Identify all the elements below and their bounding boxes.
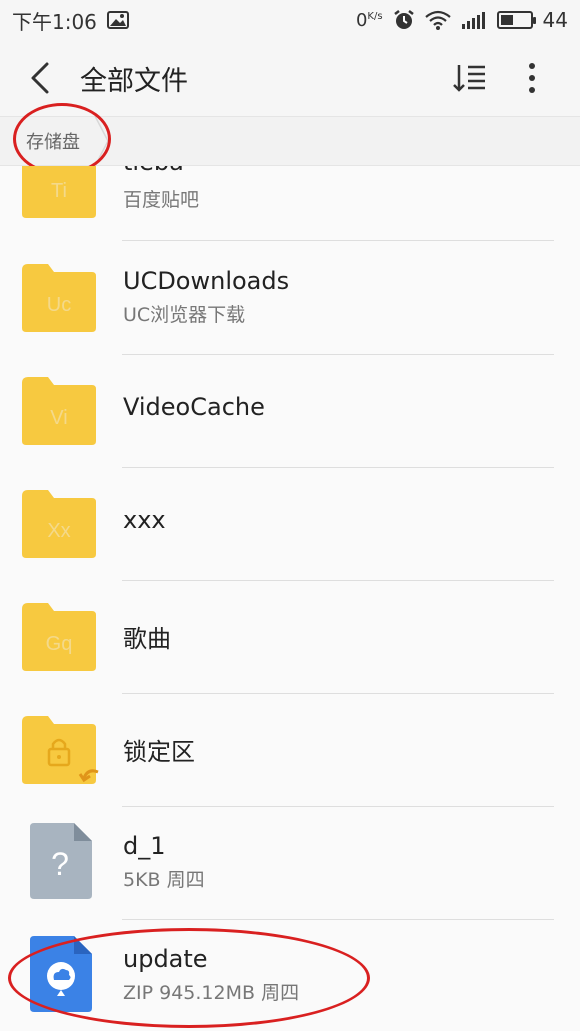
alarm-icon <box>393 9 415 31</box>
file-name: tieba <box>123 166 184 176</box>
chevron-left-icon <box>31 62 49 94</box>
zip-file-icon <box>30 936 104 1012</box>
folder-initials: Ti <box>51 180 67 202</box>
status-time: 下午1:06 <box>12 9 97 34</box>
file-name: VideoCache <box>123 393 265 421</box>
svg-text:?: ? <box>51 846 69 882</box>
back-button[interactable] <box>0 40 80 116</box>
more-button[interactable] <box>512 58 552 98</box>
row-divider <box>122 240 554 241</box>
folder-icon: Vi <box>22 377 96 445</box>
file-row-ucdownloads[interactable]: Uc UCDownloads UC浏览器下载 <box>0 242 580 355</box>
file-name: 歌曲 <box>123 625 171 653</box>
file-row-update[interactable]: update ZIP 945.12MB 周四 <box>0 920 580 1031</box>
sort-icon <box>453 65 485 92</box>
breadcrumb-item-storage[interactable]: 存储盘 <box>0 116 109 166</box>
app-header: 全部文件 <box>0 40 580 116</box>
file-subtitle: ZIP 945.12MB 周四 <box>123 982 300 1004</box>
file-row-tieba[interactable]: Ti tieba 百度贴吧 <box>0 166 580 241</box>
folder-icon: Gq <box>22 603 96 671</box>
file-row-xxx[interactable]: Xx xxx <box>0 468 580 581</box>
battery-level: 44 <box>542 8 568 32</box>
folder-initials: Vi <box>50 407 68 429</box>
battery-fill <box>500 15 513 25</box>
signal-icon <box>461 10 487 30</box>
folder-icon: Xx <box>22 490 96 558</box>
more-vertical-icon <box>529 63 535 93</box>
image-notification-icon <box>106 11 129 29</box>
network-speed: 0K/s <box>355 9 383 31</box>
file-list: Ti tieba 百度贴吧 Uc UCDownloads UC浏览器下载 Vi … <box>0 166 580 1031</box>
file-subtitle: 5KB 周四 <box>123 869 205 891</box>
file-row-locked-area[interactable]: 锁定区 <box>0 694 580 807</box>
file-row-songs[interactable]: Gq 歌曲 <box>0 581 580 694</box>
battery-icon <box>496 11 536 29</box>
breadcrumb-label: 存储盘 <box>26 132 80 153</box>
file-name: 锁定区 <box>123 738 195 766</box>
file-subtitle: 百度贴吧 <box>123 189 200 211</box>
file-name: d_1 <box>123 832 166 860</box>
folder-initials: Gq <box>45 633 73 655</box>
breadcrumb: 存储盘 <box>0 116 580 166</box>
status-bar: 下午1:06 0K/s 44 <box>0 0 580 40</box>
locked-folder-icon <box>22 716 99 784</box>
file-row-d1[interactable]: ? d_1 5KB 周四 <box>0 807 580 920</box>
folder-icon: Ti <box>22 166 96 218</box>
file-name: update <box>123 945 208 973</box>
folder-initials: Xx <box>47 520 71 542</box>
file-name: UCDownloads <box>123 267 290 295</box>
page-title: 全部文件 <box>80 65 188 97</box>
breadcrumb-separator-icon <box>94 116 109 166</box>
sort-button[interactable] <box>450 58 490 98</box>
folder-initials: Uc <box>46 294 72 316</box>
unknown-file-icon: ? <box>30 823 104 899</box>
file-name: xxx <box>123 506 166 534</box>
file-subtitle: UC浏览器下载 <box>123 304 246 326</box>
file-row-videocache[interactable]: Vi VideoCache <box>0 355 580 468</box>
folder-icon: Uc <box>22 264 96 332</box>
wifi-icon <box>424 10 451 30</box>
